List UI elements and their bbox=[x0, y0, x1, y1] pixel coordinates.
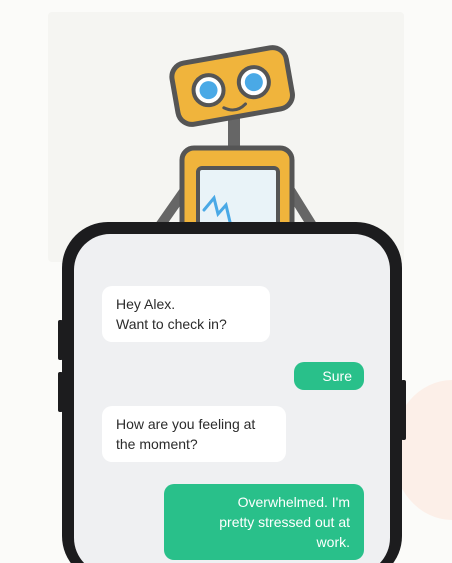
chat-screen: Hey Alex. Want to check in? Sure How are… bbox=[74, 234, 390, 563]
robot-icon bbox=[145, 45, 323, 245]
message-line: Sure bbox=[322, 368, 352, 384]
message-line: Overwhelmed. I'm bbox=[237, 494, 350, 510]
message-line: pretty stressed out at bbox=[219, 514, 350, 530]
chat-message-bot: How are you feeling at the moment? bbox=[102, 406, 286, 462]
message-line: Hey Alex. bbox=[116, 296, 176, 312]
message-line: work. bbox=[316, 534, 350, 550]
message-line: How are you feeling at bbox=[116, 416, 256, 432]
chat-message-user: Sure bbox=[294, 362, 364, 390]
message-line: Want to check in? bbox=[116, 316, 227, 332]
chat-message-bot: Hey Alex. Want to check in? bbox=[102, 286, 270, 342]
message-line: the moment? bbox=[116, 436, 198, 452]
app-illustration: Hey Alex. Want to check in? Sure How are… bbox=[0, 0, 452, 563]
phone-frame: Hey Alex. Want to check in? Sure How are… bbox=[62, 222, 402, 563]
chat-message-user: Overwhelmed. I'm pretty stressed out at … bbox=[164, 484, 364, 560]
